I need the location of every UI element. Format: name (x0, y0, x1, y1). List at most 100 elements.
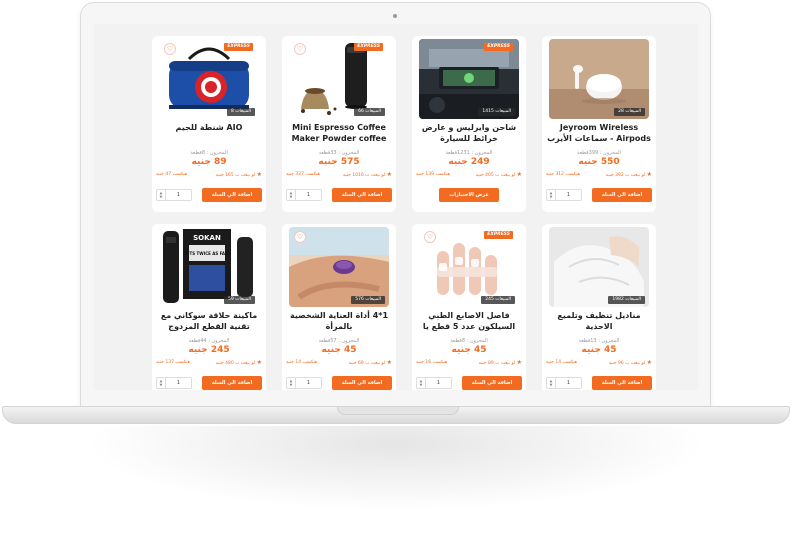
product-card[interactable]: ♡ EXPRESS المبيعات 66 Mini Espresso Coff… (282, 36, 396, 212)
stepper-arrows-icon[interactable]: ▲ ▼ (417, 378, 426, 388)
stock-count: المخزون : 399قطعة (577, 150, 621, 156)
car-display-image (419, 39, 519, 119)
product-image[interactable]: ♡ EXPRESS المبيعات 66 (289, 39, 389, 119)
add-to-cart-button[interactable]: اضافة الي السلة (202, 376, 262, 390)
product-title[interactable]: فاصل الاصابع الطبي السيلكون عدد 5 قطع يا (416, 310, 522, 336)
stock-count: المخزون : 1231قطعة (445, 150, 493, 156)
laptop-notch (337, 407, 459, 415)
product-card[interactable]: ♡ المبيعات 576 1*4 أداة العناية الشخصية … (282, 224, 396, 390)
product-image[interactable]: ♡ EXPRESS المبيعات 8 (159, 39, 259, 119)
profit-text: هتكسب 137 جنيه (156, 360, 191, 365)
shaver-box-slogan: CUTS TWICE AS FAST (183, 251, 230, 256)
laptop-base (2, 406, 790, 424)
laptop-mockup: المبيعات 28 Jeyroom Wireless Airpods - س… (0, 0, 792, 544)
add-to-cart-button[interactable]: اضافة الي السلة (332, 188, 392, 202)
orders-count: المبيعات 66 (354, 108, 385, 116)
add-to-cart-button[interactable]: اضافة الي السلة (592, 188, 652, 202)
product-card[interactable]: المبيعات 28 Jeyroom Wireless Airpods - س… (542, 36, 656, 212)
express-badge: EXPRESS (354, 43, 383, 51)
stock-count: المخزون : 44قطعة (188, 338, 230, 344)
quantity-value[interactable]: 1 (426, 380, 451, 386)
product-price: 245 جنيه (188, 345, 230, 355)
quantity-value[interactable]: 1 (166, 192, 191, 198)
product-image[interactable]: ♡ المبيعات 576 (289, 227, 389, 307)
express-badge: EXPRESS (484, 231, 513, 239)
quantity-value[interactable]: 1 (556, 192, 581, 198)
orders-count: المبيعات 1982 (608, 296, 645, 304)
wishlist-heart-icon[interactable]: ♡ (294, 231, 306, 243)
product-title[interactable]: ماكينة حلاقة سوكاني مع تقنية القطع المزد… (156, 310, 262, 336)
product-image[interactable]: EXPRESS المبيعات 1415 (419, 39, 519, 119)
star-icon: ★ (386, 171, 392, 178)
stepper-arrows-icon[interactable]: ▲ ▼ (547, 378, 556, 388)
card-actions: ▲ ▼ 1 اضافة الي السلة (286, 376, 392, 390)
suggested-sale: ★ لو بيعت ب 89 جنيه (478, 359, 522, 366)
add-to-cart-button[interactable]: اضافة الي السلة (462, 376, 522, 390)
product-title[interactable]: مناديل تنظيف وتلميع الاحذية (546, 310, 652, 336)
card-actions: ▲ ▼ 1 اضافة الي السلة (546, 376, 652, 390)
product-price: 89 جنيه (191, 157, 227, 167)
quantity-stepper[interactable]: ▲ ▼ 1 (286, 189, 322, 201)
product-card[interactable]: EXPRESS المبيعات 1415 شاحن وايرليس و عار… (412, 36, 526, 212)
quantity-value[interactable]: 1 (296, 192, 321, 198)
product-title[interactable]: AIO شنطة للجيم (156, 122, 262, 148)
wishlist-heart-icon[interactable]: ♡ (424, 231, 436, 243)
product-image[interactable]: المبيعات 1982 (549, 227, 649, 307)
orders-count: المبيعات 1415 (478, 108, 515, 116)
quantity-value[interactable]: 1 (166, 380, 191, 386)
wishlist-heart-icon[interactable]: ♡ (294, 43, 306, 55)
quantity-stepper[interactable]: ▲ ▼ 1 (546, 377, 582, 389)
earnings-row: ★ لو بيعت ب 392 جنيه هتكسب 312 جنيه (546, 171, 652, 178)
earnings-row: ★ لو بيعت ب 165 جنيه هتكسب 47 جنيه (156, 171, 262, 178)
stock-count: المخزون : 57قطعة (318, 338, 360, 344)
suggested-sale: ★ لو بيعت ب 1016 جنيه (342, 171, 392, 178)
product-title[interactable]: Mini Espresso Coffee Maker Powder coffee (286, 122, 392, 148)
add-to-cart-button[interactable]: اضافة الي السلة (592, 376, 652, 390)
quantity-stepper[interactable]: ▲ ▼ 1 (416, 377, 452, 389)
profit-text: هتكسب 312 جنيه (546, 172, 581, 177)
stepper-arrows-icon[interactable]: ▲ ▼ (287, 378, 296, 388)
product-price: 249 جنيه (448, 157, 490, 167)
earnings-row: ★ لو بيعت ب 69 جنيه هتكسب 14 جنيه (286, 359, 392, 366)
product-title[interactable]: Jeyroom Wireless Airpods - سماعات الأيرب (546, 122, 652, 148)
laptop-shadow (60, 426, 732, 516)
product-price: 550 جنيه (578, 157, 620, 167)
quantity-value[interactable]: 1 (556, 380, 581, 386)
add-to-cart-button[interactable]: اضافة الي السلة (202, 188, 262, 202)
star-icon: ★ (516, 171, 522, 178)
quantity-stepper[interactable]: ▲ ▼ 1 (286, 377, 322, 389)
express-badge: EXPRESS (224, 43, 253, 51)
product-image[interactable]: SOKAN CUTS TWICE AS FAST المبيعات 59 (159, 227, 259, 307)
view-options-button[interactable]: عرض الاختيارات (439, 188, 499, 202)
quantity-stepper[interactable]: ▲ ▼ 1 (156, 377, 192, 389)
card-actions: ▲ ▼ 1 اضافة الي السلة (546, 188, 652, 202)
product-card[interactable]: المبيعات 1982 مناديل تنظيف وتلميع الاحذي… (542, 224, 656, 390)
stepper-arrows-icon[interactable]: ▲ ▼ (157, 190, 166, 200)
orders-count: المبيعات 576 (351, 296, 385, 304)
add-to-cart-button[interactable]: اضافة الي السلة (332, 376, 392, 390)
profit-text: هتكسب 16 جنيه (416, 360, 448, 365)
wishlist-heart-icon[interactable]: ♡ (164, 43, 176, 55)
earnings-row: ★ لو بيعت ب 405 جنيه هتكسب 139 جنيه (416, 171, 522, 178)
product-card[interactable]: ♡ EXPRESS المبيعات 245 فاصل الاصابع الطب… (412, 224, 526, 390)
profit-text: هتكسب 139 جنيه (416, 172, 451, 177)
suggested-sale: ★ لو بيعت ب 405 جنيه (475, 171, 522, 178)
star-icon: ★ (646, 359, 652, 366)
quantity-stepper[interactable]: ▲ ▼ 1 (546, 189, 582, 201)
stepper-arrows-icon[interactable]: ▲ ▼ (547, 190, 556, 200)
quantity-value[interactable]: 1 (296, 380, 321, 386)
product-price: 45 جنيه (451, 345, 487, 355)
express-badge: EXPRESS (484, 43, 513, 51)
shaver-image: SOKAN CUTS TWICE AS FAST (159, 227, 259, 307)
product-image[interactable]: المبيعات 28 (549, 39, 649, 119)
shaver-box-brand: SOKAN (193, 234, 221, 242)
stepper-arrows-icon[interactable]: ▲ ▼ (287, 190, 296, 200)
product-title[interactable]: 1*4 أداة العناية الشخصية بالمرأة (286, 310, 392, 336)
stepper-arrows-icon[interactable]: ▲ ▼ (157, 378, 166, 388)
quantity-stepper[interactable]: ▲ ▼ 1 (156, 189, 192, 201)
product-card[interactable]: SOKAN CUTS TWICE AS FAST المبيعات 59 ماك… (152, 224, 266, 390)
product-image[interactable]: ♡ EXPRESS المبيعات 245 (419, 227, 519, 307)
product-card[interactable]: ♡ EXPRESS المبيعات 8 AIO شنطة للجيم المخ… (152, 36, 266, 212)
product-title[interactable]: شاحن وايرليس و عارض خرائط للسيارة (416, 122, 522, 148)
card-actions: ▲ ▼ 1 اضافة الي السلة (156, 188, 262, 202)
